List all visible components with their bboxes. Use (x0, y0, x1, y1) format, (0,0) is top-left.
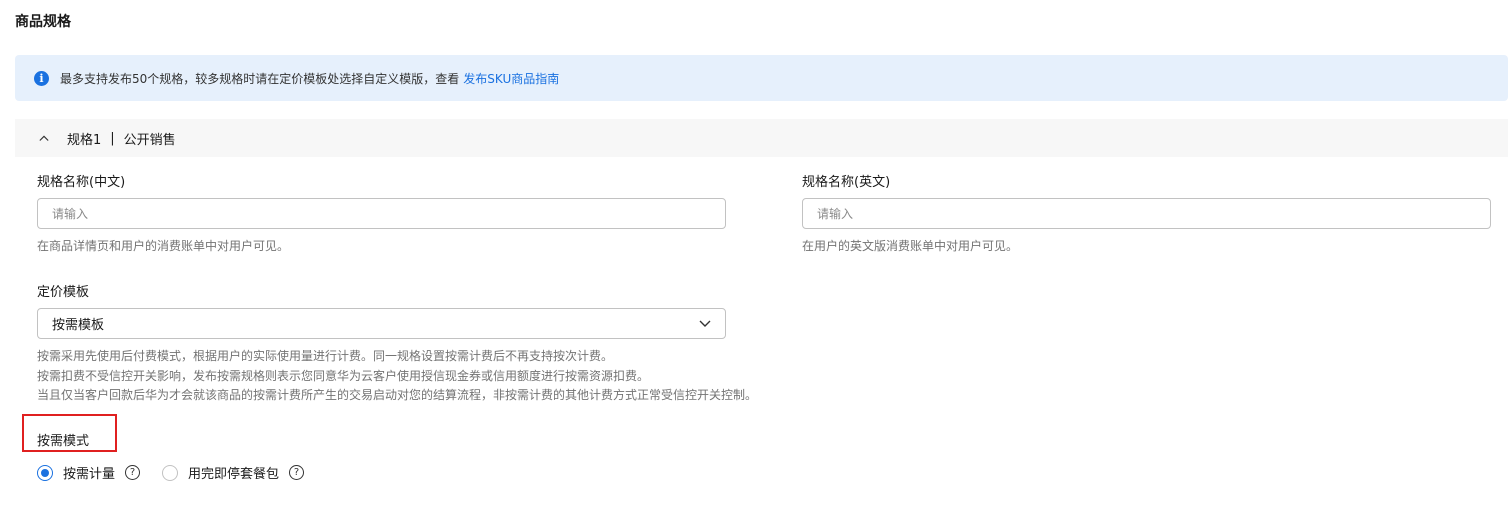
name-cn-input[interactable] (37, 198, 726, 229)
help-icon[interactable]: ? (125, 465, 141, 480)
pricing-template-select[interactable]: 按需模板 (37, 308, 726, 339)
name-en-input[interactable] (802, 198, 1491, 229)
radio-package-label: 用完即停套餐包 (188, 467, 280, 482)
spec-status: 公开销售 (123, 132, 176, 148)
help-icon[interactable]: ? (289, 465, 305, 480)
spec-collapse-header[interactable]: 规格1 | 公开销售 (15, 119, 1508, 157)
name-en-hint: 在用户的英文版消费账单中对用户可见。 (802, 239, 1019, 253)
mode-label: 按需模式 (37, 434, 90, 449)
name-en-label: 规格名称(英文) (802, 175, 891, 190)
mode-radio-group: 按需计量 ? 用完即停套餐包 ? (37, 463, 305, 482)
pricing-template-value: 按需模板 (52, 318, 105, 333)
pricing-hint-2: 按需扣费不受信控开关影响，发布按需规格则表示您同意华为云客户使用授信现金券或信用… (37, 368, 650, 383)
info-icon: i (34, 70, 49, 86)
sku-guide-link[interactable]: 发布SKU商品指南 (463, 70, 559, 87)
info-banner: i 最多支持发布50个规格，较多规格时请在定价模板处选择自定义模版，查看 发布S… (15, 55, 1508, 101)
radio-package[interactable]: 用完即停套餐包 ? (162, 463, 305, 482)
radio-button-unchecked[interactable] (162, 464, 179, 481)
radio-metered[interactable]: 按需计量 ? (37, 463, 141, 482)
name-cn-label: 规格名称(中文) (37, 175, 126, 190)
spec-title: 规格1 (67, 132, 102, 148)
radio-metered-label: 按需计量 (63, 467, 116, 482)
chevron-down-icon[interactable] (699, 320, 711, 328)
page-title: 商品规格 (15, 14, 71, 30)
pricing-hint-1: 按需采用先使用后付费模式，根据用户的实际使用量进行计费。同一规格设置按需计费后不… (37, 349, 614, 363)
name-cn-hint: 在商品详情页和用户的消费账单中对用户可见。 (37, 239, 290, 253)
pricing-template-label: 定价模板 (37, 285, 90, 300)
banner-text: 最多支持发布50个规格，较多规格时请在定价模板处选择自定义模版，查看 (60, 71, 460, 86)
radio-button-checked[interactable] (37, 464, 53, 481)
spec-separator: | (110, 130, 115, 146)
pricing-hint-3: 当且仅当客户回款后华为才会就该商品的按需计费所产生的交易启动对您的结算流程，非按… (37, 388, 758, 402)
chevron-up-icon[interactable] (39, 133, 49, 143)
